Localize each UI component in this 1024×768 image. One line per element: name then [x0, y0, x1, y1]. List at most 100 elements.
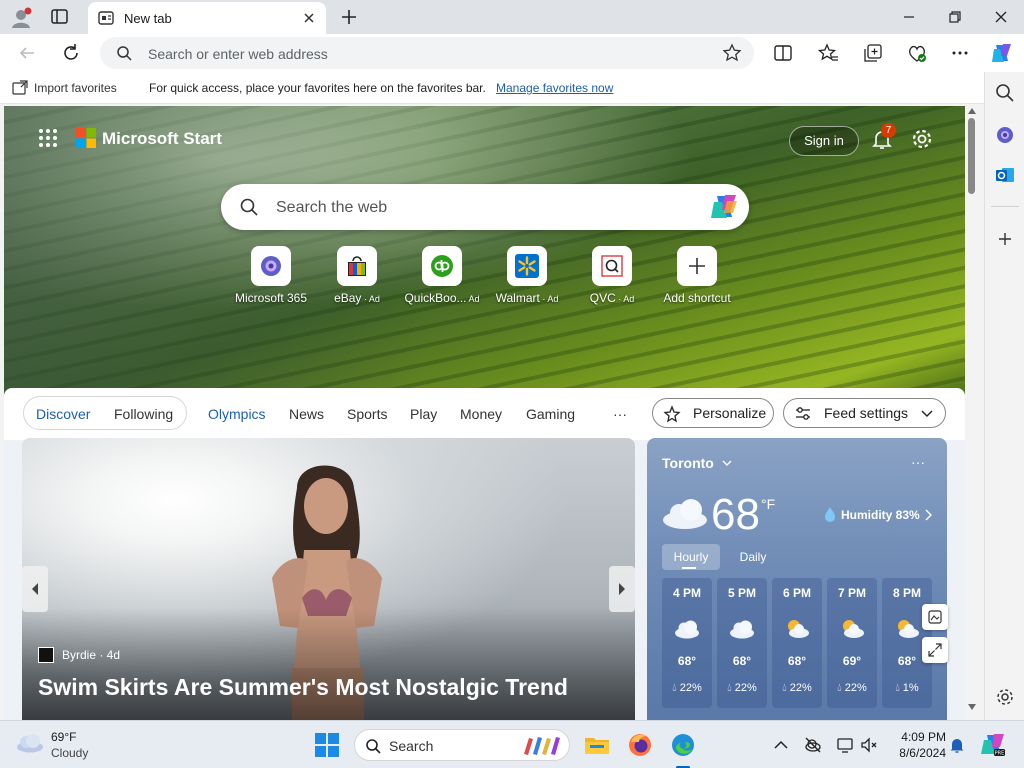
display-icon[interactable] [836, 736, 854, 754]
minimize-icon[interactable] [898, 6, 920, 28]
web-search-placeholder: Search the web [276, 199, 388, 216]
tab-sports[interactable]: Sports [347, 406, 387, 422]
tab-gaming[interactable]: Gaming [526, 406, 575, 422]
taskbar-weather-condition[interactable]: Cloudy [51, 746, 88, 760]
more-options-icon[interactable] [949, 42, 971, 64]
taskbar-weather-temp[interactable]: 69°F [51, 730, 76, 744]
edge-icon[interactable] [670, 732, 696, 758]
refresh-icon[interactable] [60, 42, 82, 64]
manage-favorites-link[interactable]: Manage favorites now [496, 81, 613, 95]
story-source: Byrdie · 4d [62, 648, 121, 662]
hourly-forecast-item[interactable]: 7 PM 69° 💧︎ 22% [827, 578, 877, 708]
shortcut-qvc[interactable]: QVC · Ad [569, 246, 655, 316]
brand-title[interactable]: Microsoft Start [102, 129, 222, 149]
tab-following[interactable]: Following [114, 406, 173, 422]
scrollbar-thumb[interactable] [968, 118, 975, 194]
profile-icon[interactable] [10, 7, 32, 29]
weather-more-button[interactable]: ··· [911, 454, 925, 470]
back-arrow-icon[interactable] [16, 42, 38, 64]
app-launcher-icon[interactable] [38, 128, 58, 148]
hour-temp: 68° [787, 654, 807, 668]
shortcut-tile [677, 246, 717, 286]
tab-news[interactable]: News [289, 406, 324, 422]
page-settings-gear-icon[interactable] [910, 127, 934, 151]
partly-sunny-icon [843, 620, 864, 638]
weather-humidity[interactable]: Humidity 83% [841, 508, 920, 522]
hour-precip: 1% [902, 682, 919, 694]
collections-icon[interactable] [862, 42, 884, 64]
sidebar-outlook-icon[interactable] [994, 164, 1016, 186]
close-tab-icon[interactable] [300, 9, 318, 27]
open-in-new-button[interactable] [922, 604, 948, 630]
sliders-icon [796, 407, 810, 420]
tab-money[interactable]: Money [460, 406, 502, 422]
scroll-up-icon[interactable] [968, 108, 976, 114]
address-bar[interactable]: Search or enter web address [100, 37, 754, 69]
browser-essentials-icon[interactable] [906, 42, 928, 64]
active-tab[interactable]: New tab [88, 2, 326, 34]
microsoft-start-page: Microsoft Start Sign in 7 Search the web… [4, 106, 965, 720]
sidebar-m365-icon[interactable] [994, 124, 1016, 146]
taskbar-weather-cloud-icon[interactable] [16, 733, 44, 753]
import-favorites-button[interactable]: Import favorites [34, 81, 117, 95]
web-search-box[interactable]: Search the web [221, 184, 749, 230]
tab-olympics[interactable]: Olympics [208, 406, 266, 422]
personalize-button[interactable]: Personalize [652, 398, 774, 428]
file-explorer-icon[interactable] [584, 732, 610, 758]
notification-bell-icon[interactable] [948, 736, 966, 754]
feed-settings-button[interactable]: Feed settings [783, 398, 946, 428]
copilot-icon[interactable] [709, 193, 739, 221]
hourly-forecast-item[interactable]: 4 PM 68° 💧︎ 22% [662, 578, 712, 708]
tab-title: New tab [124, 11, 172, 26]
hour-time: 7 PM [837, 586, 866, 600]
tab-actions-icon[interactable] [50, 8, 70, 26]
taskbar-search-box[interactable]: Search [354, 729, 570, 761]
import-favorites-icon[interactable] [12, 80, 28, 96]
hour-time: 4 PM [672, 586, 701, 600]
shortcut-ebay[interactable]: eBay · Ad [314, 246, 400, 316]
scroll-down-icon[interactable] [968, 704, 976, 710]
system-clock[interactable]: 4:09 PM 8/6/2024 [890, 729, 946, 761]
carousel-prev-button[interactable] [22, 566, 48, 612]
tab-play[interactable]: Play [410, 406, 437, 422]
address-bar-placeholder: Search or enter web address [148, 46, 328, 62]
story-headline[interactable]: Swim Skirts Are Summer's Most Nostalgic … [38, 674, 568, 701]
add-shortcut-button[interactable]: Add shortcut [654, 246, 740, 316]
sidebar-settings-icon[interactable] [994, 686, 1016, 708]
start-button-icon[interactable] [314, 732, 340, 758]
weather-city[interactable]: Toronto [662, 455, 714, 471]
featured-story-card[interactable]: Byrdie · 4d Swim Skirts Are Summer's Mos… [22, 438, 635, 720]
expand-button[interactable] [922, 637, 948, 663]
weather-tab-hourly[interactable]: Hourly [662, 544, 720, 570]
tab-discover[interactable]: Discover [36, 406, 90, 422]
tray-chevron-up-icon[interactable] [772, 736, 790, 754]
weather-tab-daily[interactable]: Daily [724, 544, 782, 570]
shortcut-label-text: Walmart [495, 291, 540, 305]
copilot-taskbar-icon[interactable]: PRE [980, 732, 1006, 758]
volume-muted-icon[interactable] [860, 736, 878, 754]
page-scrollbar[interactable] [965, 106, 979, 720]
hourly-forecast-item[interactable]: 5 PM 68° 💧︎ 22% [717, 578, 767, 708]
new-tab-icon[interactable] [338, 6, 360, 28]
split-screen-icon[interactable] [772, 42, 794, 64]
shortcut-quickbooks[interactable]: QuickBoo... Ad [399, 246, 485, 316]
chevron-right-icon[interactable] [923, 508, 933, 522]
chevron-down-icon[interactable] [721, 457, 733, 469]
hour-precip-row: 💧︎ 22% [837, 682, 867, 694]
shortcut-microsoft-365[interactable]: Microsoft 365 [228, 246, 314, 316]
shortcut-walmart[interactable]: Walmart · Ad [484, 246, 570, 316]
hourly-forecast-item[interactable]: 6 PM 68° 💧︎ 22% [772, 578, 822, 708]
copilot-icon[interactable] [990, 42, 1012, 64]
sidebar-add-icon[interactable] [994, 228, 1016, 250]
close-window-icon[interactable] [990, 6, 1012, 28]
firefox-icon[interactable] [627, 732, 653, 758]
restore-icon[interactable] [944, 6, 966, 28]
more-tabs-button[interactable]: ··· [613, 406, 627, 422]
sign-in-button[interactable]: Sign in [789, 126, 859, 156]
onedrive-offline-icon[interactable] [804, 736, 822, 754]
sidebar-search-icon[interactable] [994, 82, 1016, 104]
favorites-icon[interactable] [817, 42, 839, 64]
carousel-next-button[interactable] [609, 566, 635, 612]
favorite-star-icon[interactable] [722, 43, 742, 63]
weather-card[interactable]: Toronto ··· 68 °F Humidity 83% Hourly Da… [647, 438, 947, 720]
